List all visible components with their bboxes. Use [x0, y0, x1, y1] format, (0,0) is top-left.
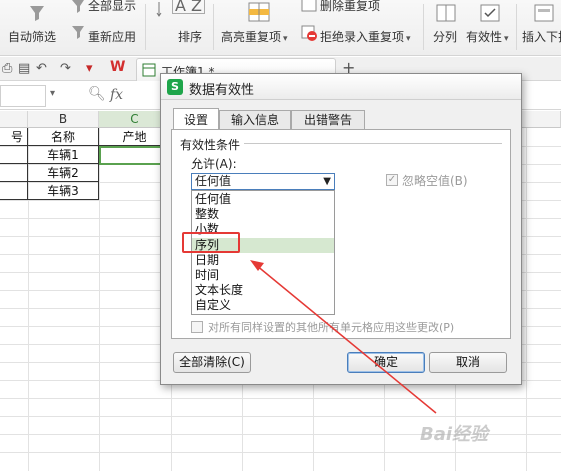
show-all-icon — [72, 0, 84, 13]
ribbon-toolbar: 自动筛选 全部显示 重新应用 A Z 排序 高亮重复项 删除重复项 拒绝录入重复… — [0, 0, 561, 56]
name-box[interactable] — [0, 85, 46, 107]
allow-select[interactable]: 任何值 ▼ — [191, 173, 335, 190]
cell-a3[interactable] — [0, 164, 28, 182]
option-custom[interactable]: 自定义 — [192, 298, 334, 313]
allow-label: 允许(A): — [191, 157, 237, 171]
sort-asc-icon — [156, 2, 162, 17]
reapply-icon — [72, 26, 84, 39]
insert-dropdown-icon — [534, 4, 554, 22]
wps-sheet-app-icon: S — [167, 79, 183, 95]
dialog-titlebar[interactable]: S 数据有效性 — [161, 74, 521, 100]
option-time[interactable]: 时间 — [192, 268, 334, 283]
sheet-icon — [142, 63, 156, 77]
filter-icon — [30, 6, 44, 21]
sort-button[interactable]: 排序 — [178, 28, 202, 45]
tab-input-message[interactable]: 输入信息 — [219, 110, 291, 130]
show-all-button[interactable]: 全部显示 — [88, 0, 136, 14]
highlight-dup-button[interactable]: 高亮重复项 — [221, 28, 288, 45]
cell-b4[interactable]: 车辆3 — [28, 182, 99, 200]
dropdown-arrow-icon[interactable]: ▼ — [323, 174, 331, 189]
split-button[interactable]: 分列 — [433, 28, 457, 45]
ignore-blank-checkbox[interactable]: ✓ — [386, 174, 398, 186]
cell-a4[interactable] — [0, 182, 28, 200]
validity-icon — [480, 4, 500, 22]
validity-criteria-group: 有效性条件 — [180, 138, 241, 152]
redo-icon[interactable]: ↷ — [60, 61, 71, 76]
delete-dup-icon — [301, 0, 317, 12]
namebox-dropdown-icon[interactable]: ▾ — [50, 88, 55, 99]
tab-settings[interactable]: 设置 — [173, 108, 219, 130]
az-icon: A Z — [172, 0, 205, 14]
zoom-icon[interactable]: 🔍︎ — [88, 86, 106, 102]
data-validity-dialog: S 数据有效性 设置 输入信息 出错警告 有效性条件 允许(A): 任何值 ▼ … — [160, 73, 522, 385]
ignore-blank-label: 忽略空值(B) — [402, 174, 468, 188]
auto-filter-button[interactable]: 自动筛选 — [8, 28, 56, 45]
cell-b3[interactable]: 车辆2 — [28, 164, 99, 182]
cell-b2[interactable]: 车辆1 — [28, 146, 99, 164]
fx-icon[interactable]: fx — [110, 87, 123, 103]
split-icon — [436, 4, 456, 22]
reject-dup-icon — [301, 25, 317, 41]
reapply-button[interactable]: 重新应用 — [88, 28, 136, 45]
undo-icon[interactable]: ↶ — [36, 61, 47, 76]
option-integer[interactable]: 整数 — [192, 207, 334, 222]
clear-all-button[interactable]: 全部清除(C) — [173, 352, 251, 373]
annotation-highlight-box — [182, 232, 240, 253]
option-date[interactable]: 日期 — [192, 253, 334, 268]
print-preview-icon[interactable]: ⎙ — [2, 61, 12, 76]
dialog-title: 数据有效性 — [189, 83, 255, 98]
ok-button[interactable]: 确定 — [347, 352, 425, 373]
insert-dropdown-button[interactable]: 插入下拉 — [522, 28, 561, 45]
cancel-button[interactable]: 取消 — [429, 352, 507, 373]
col-header-a[interactable] — [0, 111, 28, 128]
col-header-b[interactable]: B — [28, 111, 99, 128]
cell-b1[interactable]: 名称 — [28, 128, 99, 146]
watermark-logo: Bai经验 — [420, 424, 489, 445]
highlight-dup-icon — [248, 2, 270, 22]
option-text-length[interactable]: 文本长度 — [192, 283, 334, 298]
apply-all-checkbox[interactable] — [191, 321, 203, 333]
cell-a1[interactable]: 号 — [0, 128, 28, 146]
cell-a2[interactable] — [0, 146, 28, 164]
tab-error-alert[interactable]: 出错警告 — [291, 110, 365, 130]
delete-dup-button[interactable]: 删除重复项 — [320, 0, 380, 14]
reject-dup-button[interactable]: 拒绝录入重复项 — [320, 28, 411, 45]
allow-select-value: 任何值 — [195, 174, 232, 188]
validity-button[interactable]: 有效性 — [466, 28, 509, 45]
customize-icon[interactable]: ▾ — [86, 61, 93, 76]
apply-all-label: 对所有同样设置的其他所有单元格应用这些更改(P) — [208, 321, 455, 334]
print-icon[interactable]: ▤ — [18, 61, 30, 76]
option-any-value[interactable]: 任何值 — [192, 192, 334, 207]
wps-logo-icon[interactable]: W — [110, 59, 125, 75]
